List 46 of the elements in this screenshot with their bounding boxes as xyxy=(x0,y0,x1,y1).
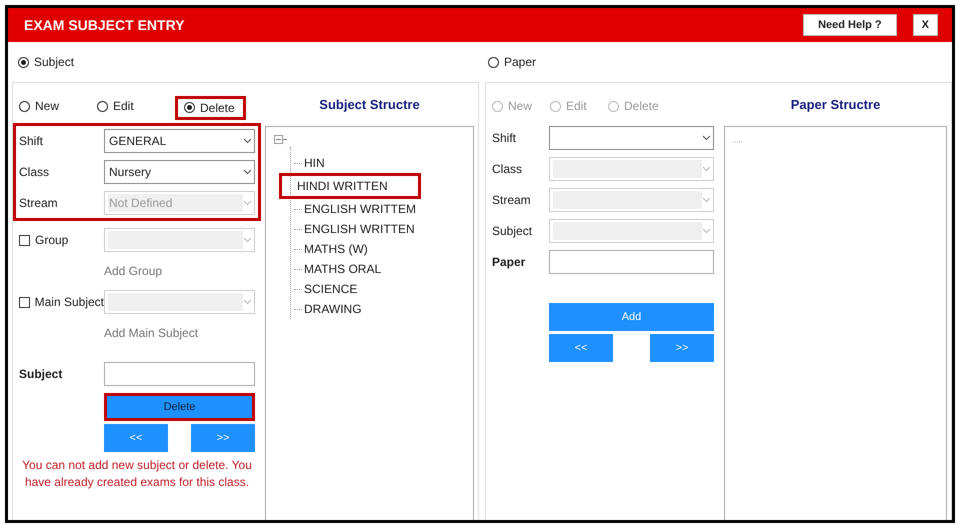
mode-radio[interactable]: Delete xyxy=(175,96,246,120)
tree-item[interactable]: ENGLISH WRITTEM xyxy=(291,199,420,219)
chevron-down-icon xyxy=(243,138,252,144)
text-field[interactable] xyxy=(104,362,255,386)
text-field[interactable] xyxy=(549,250,714,274)
tree-item[interactable]: MATHS ORAL xyxy=(291,259,386,279)
field-label: Class xyxy=(492,162,524,176)
close-button[interactable]: X xyxy=(912,14,938,36)
section-radio[interactable]: Paper xyxy=(488,55,536,69)
section-radio[interactable]: Subject xyxy=(18,55,74,69)
structure-title: Paper Structre xyxy=(790,97,880,112)
chevron-down-icon xyxy=(243,169,252,175)
structure-title: Subject Structre xyxy=(319,97,420,112)
field-label: Stream xyxy=(19,196,59,210)
mode-radio[interactable]: Edit xyxy=(97,99,134,114)
add-link[interactable]: Add Group xyxy=(104,264,162,278)
tree-item[interactable]: HINDI WRITTEN xyxy=(279,173,421,199)
dropdown[interactable]: GENERAL xyxy=(104,129,255,153)
tree-item[interactable]: DRAWING xyxy=(291,299,366,319)
field-label: Shift xyxy=(492,131,518,145)
mode-radio[interactable]: New xyxy=(19,99,60,114)
dropdown[interactable]: Nursery xyxy=(104,160,255,184)
dropdown[interactable] xyxy=(549,126,714,150)
field-label: Paper xyxy=(492,255,526,269)
tree-item[interactable]: SCIENCE xyxy=(291,279,362,299)
action-button[interactable]: Delete xyxy=(104,393,255,421)
tree-item[interactable]: ENGLISH WRITTEN xyxy=(291,219,419,239)
chevron-down-icon xyxy=(702,166,711,172)
field-label: Shift xyxy=(19,134,44,148)
help-button[interactable]: Need Help ? xyxy=(803,14,897,36)
chevron-down-icon xyxy=(243,237,252,243)
field-label: Subject xyxy=(492,224,534,238)
field-label: Stream xyxy=(492,193,532,207)
error-message: You can not add new subject or delete. You have already created exams for this class. xyxy=(21,457,253,491)
chevron-down-icon xyxy=(702,228,711,234)
window-title: EXAM SUBJECT ENTRY xyxy=(24,17,186,33)
chevron-down-icon xyxy=(243,299,252,305)
field-label: Class xyxy=(19,165,50,179)
tree-item[interactable]: MATHS (W) xyxy=(291,239,372,259)
chevron-down-icon xyxy=(702,135,711,141)
add-link[interactable]: Add Main Subject xyxy=(104,326,198,340)
field-label: Subject xyxy=(19,367,64,381)
chevron-down-icon xyxy=(702,197,711,203)
collapse-icon[interactable] xyxy=(274,135,287,144)
chevron-down-icon xyxy=(243,200,252,206)
tree-item[interactable]: HIN xyxy=(291,153,329,173)
